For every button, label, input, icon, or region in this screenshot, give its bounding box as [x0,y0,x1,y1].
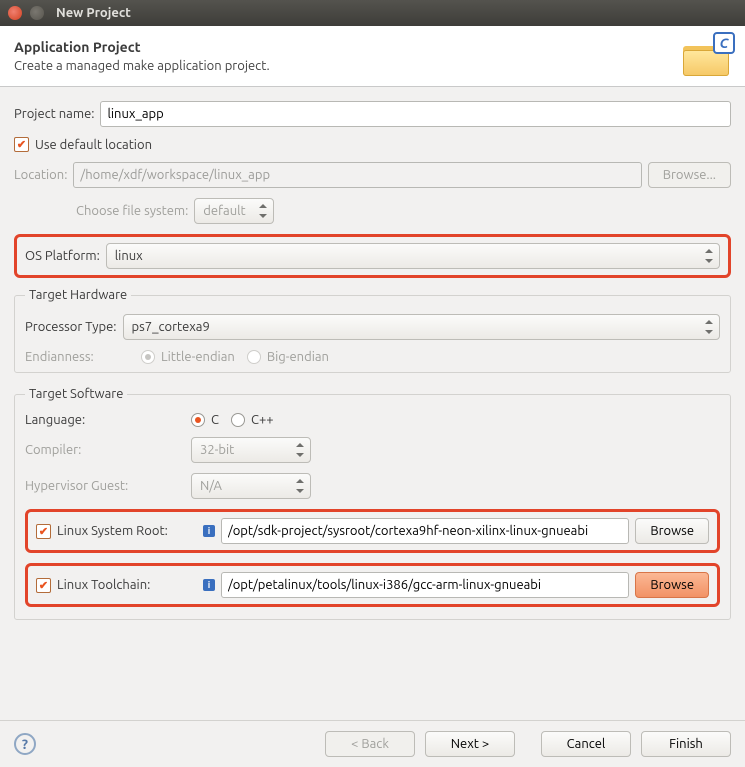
banner-heading: Application Project [14,39,270,55]
lang-c-radio[interactable] [191,413,205,427]
banner-subtitle: Create a managed make application projec… [14,59,270,73]
sysroot-input[interactable] [221,518,629,544]
minimize-icon[interactable] [30,6,44,20]
lang-c-label: C [211,413,219,427]
location-input [73,162,641,188]
info-icon: i [203,525,215,537]
language-label: Language: [25,413,185,427]
use-default-location-checkbox[interactable] [14,137,29,152]
target-hardware-legend: Target Hardware [25,288,131,302]
hypervisor-dropdown: N/A [191,473,311,499]
endianness-label: Endianness: [25,350,135,364]
target-software-group: Target Software Language: C C++ Compiler… [14,387,731,620]
project-name-label: Project name: [14,107,94,121]
close-icon[interactable] [8,6,22,20]
lang-cpp-label: C++ [251,413,274,427]
window-title: New Project [56,6,131,20]
footer: ? < Back Next > Cancel Finish [0,720,745,767]
processor-type-dropdown[interactable]: ps7_cortexa9 [123,314,720,340]
little-endian-radio [141,350,155,364]
target-software-legend: Target Software [25,387,127,401]
info-icon: i [203,579,215,591]
big-endian-radio [247,350,261,364]
sysroot-checkbox[interactable] [36,524,51,539]
fs-dropdown: default [194,198,274,224]
sysroot-browse-button[interactable]: Browse [635,518,709,544]
location-browse-button: Browse... [648,162,731,188]
finish-button[interactable]: Finish [641,731,731,757]
toolchain-input[interactable] [221,572,629,598]
use-default-location-label: Use default location [35,138,152,152]
compiler-dropdown: 32-bit [191,437,311,463]
titlebar: New Project [0,0,745,26]
toolchain-highlight: Linux Toolchain: i Browse [25,563,720,607]
hypervisor-label: Hypervisor Guest: [25,479,185,493]
project-name-input[interactable] [100,101,731,127]
cancel-button[interactable]: Cancel [541,731,631,757]
little-endian-label: Little-endian [161,350,235,364]
os-platform-label: OS Platform: [25,249,100,263]
toolchain-checkbox[interactable] [36,578,51,593]
big-endian-label: Big-endian [267,350,329,364]
os-platform-dropdown[interactable]: linux [106,243,720,269]
sysroot-highlight: Linux System Root: i Browse [25,509,720,553]
lang-cpp-radio[interactable] [231,413,245,427]
banner: Application Project Create a managed mak… [0,26,745,87]
location-label: Location: [14,168,67,182]
compiler-label: Compiler: [25,443,185,457]
help-icon[interactable]: ? [14,733,36,755]
processor-type-label: Processor Type: [25,320,117,334]
os-platform-highlight: OS Platform: linux [14,234,731,278]
banner-folder-icon: C [683,36,731,76]
back-button: < Back [325,731,415,757]
sysroot-label: Linux System Root: [57,524,197,538]
choose-fs-label: Choose file system: [76,204,188,218]
next-button[interactable]: Next > [425,731,515,757]
toolchain-label: Linux Toolchain: [57,578,197,592]
toolchain-browse-button[interactable]: Browse [635,572,709,598]
target-hardware-group: Target Hardware Processor Type: ps7_cort… [14,288,731,373]
